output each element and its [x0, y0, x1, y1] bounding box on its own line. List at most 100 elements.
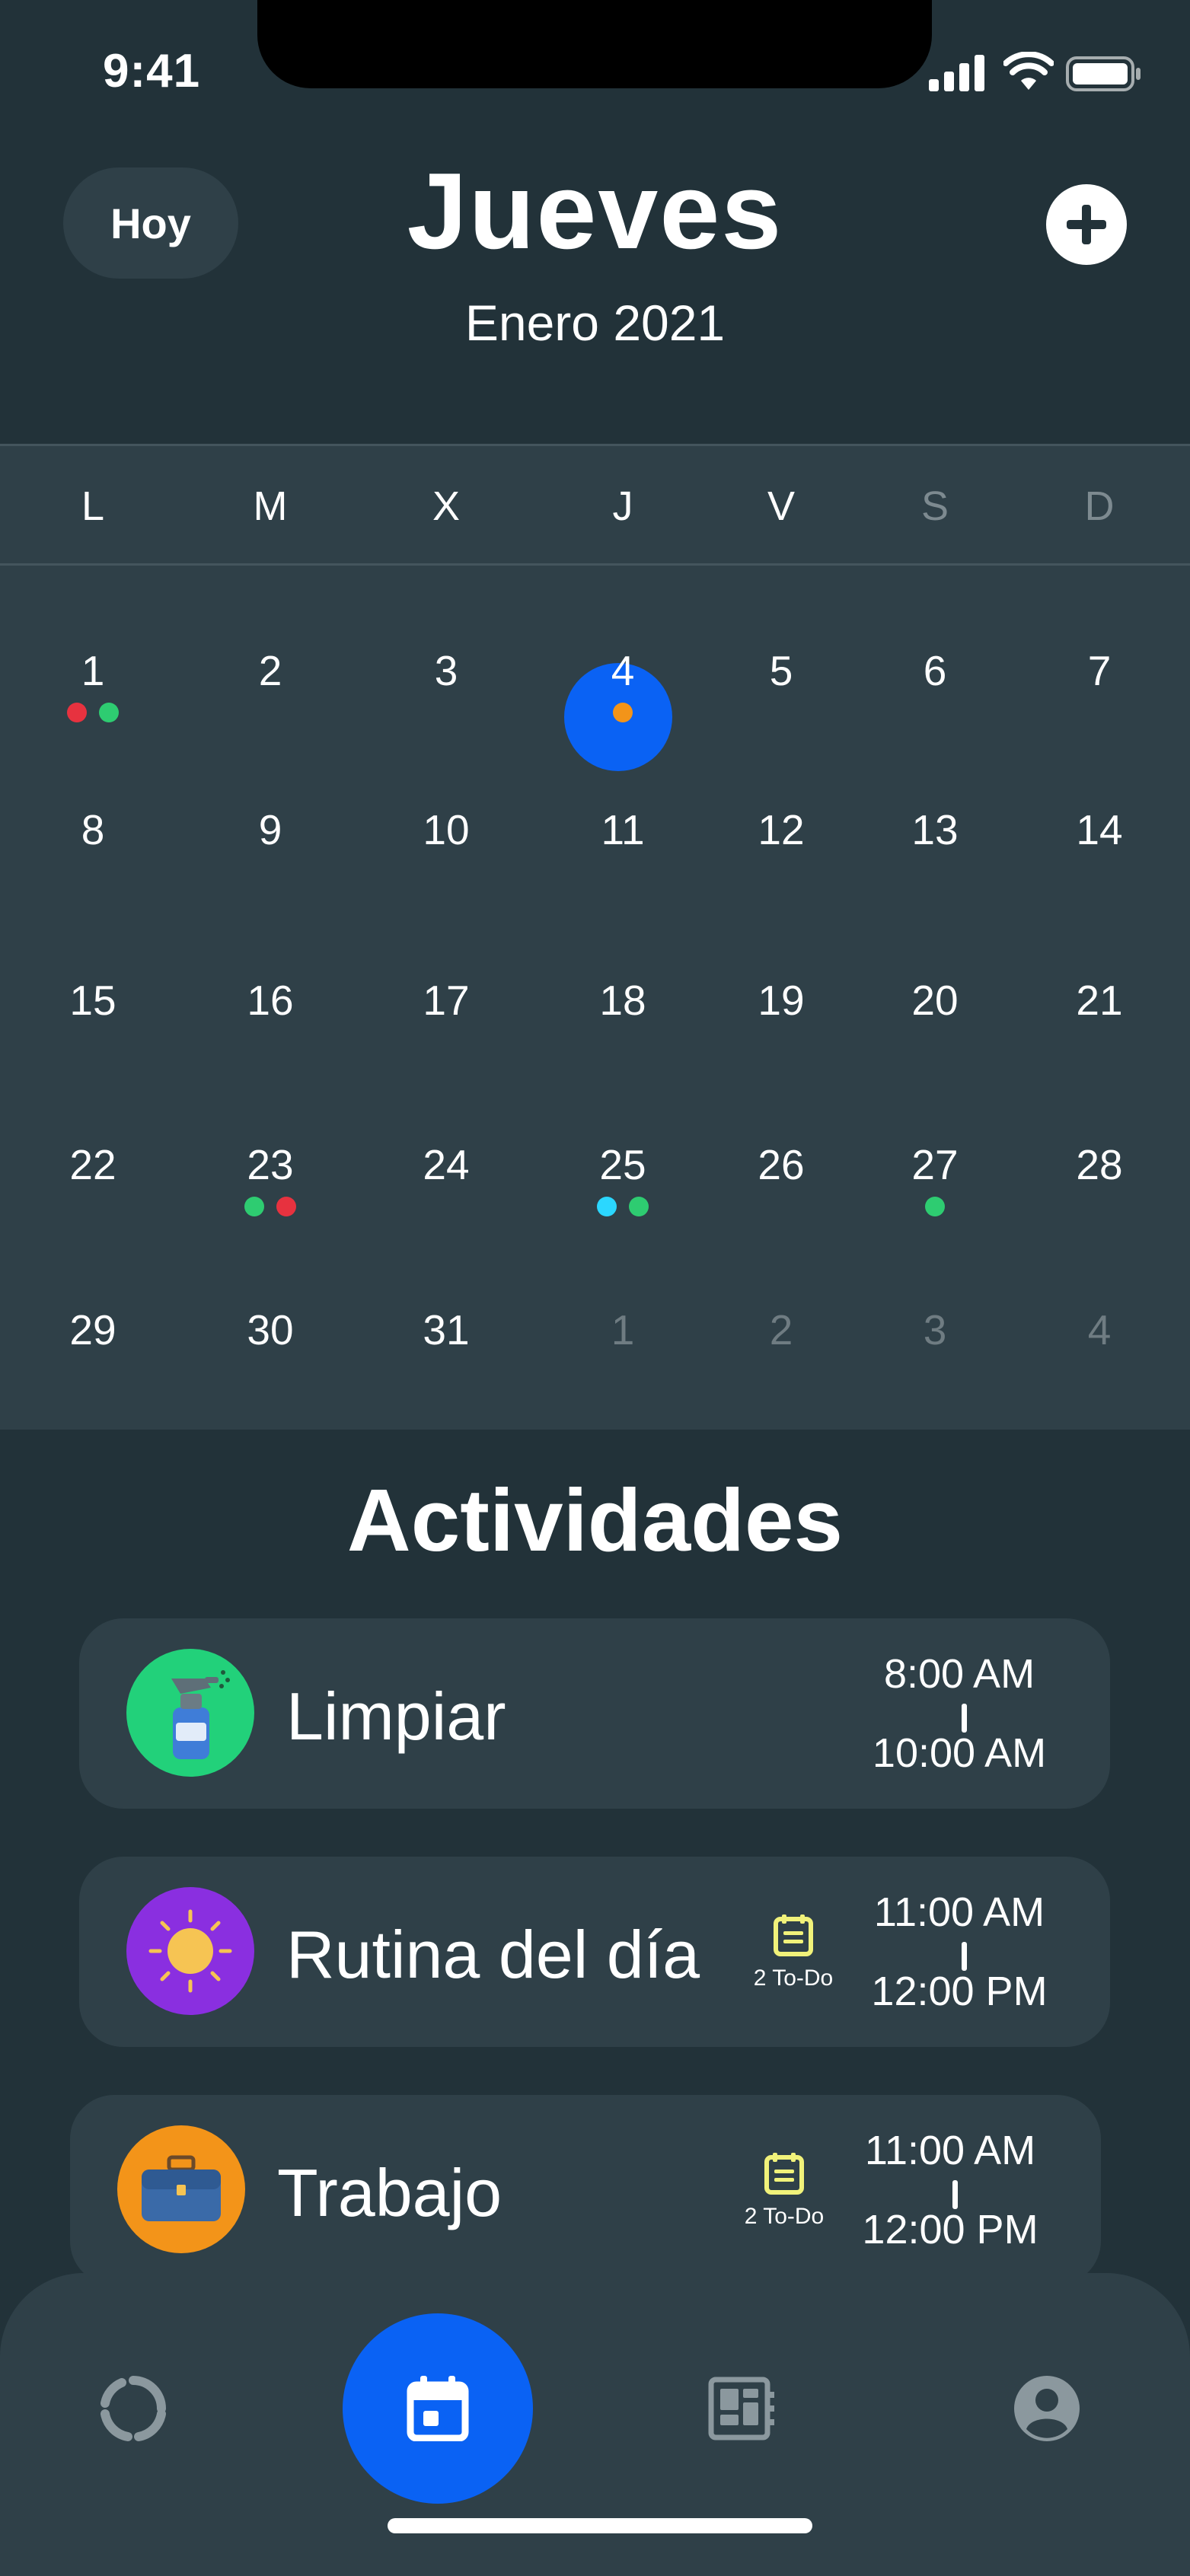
device-notch	[257, 0, 932, 88]
event-dot	[67, 703, 87, 722]
calendar-day[interactable]: 10	[385, 805, 507, 854]
plus-icon	[1067, 205, 1106, 244]
calendar-day[interactable]: 6	[874, 646, 996, 695]
activity-icon-circle	[126, 1649, 254, 1777]
activity-start-time: 11:00 AM	[864, 2128, 1036, 2173]
activities-title: Actividades	[346, 1471, 844, 1570]
tab-calendar[interactable]	[343, 2313, 533, 2504]
calendar-day[interactable]: 26	[720, 1140, 842, 1189]
notepad-icon	[774, 1914, 813, 1956]
event-dot	[99, 703, 119, 722]
activity-end-time: 10:00 AM	[872, 1730, 1047, 1776]
home-indicator	[388, 2518, 812, 2533]
event-dot	[276, 1197, 296, 1216]
calendar-day[interactable]: 14	[1038, 805, 1160, 854]
activity-icon-circle	[117, 2125, 245, 2253]
weekday-header-row: LMXJVSD	[0, 446, 1190, 566]
notepad-icon	[764, 2153, 804, 2195]
activity-start-time: 11:00 AM	[873, 1889, 1045, 1935]
calendar-day[interactable]: 28	[1038, 1140, 1160, 1189]
event-indicator-dots	[562, 703, 684, 722]
calendar-day[interactable]: 15	[32, 976, 154, 1025]
sun-icon	[148, 1909, 232, 1993]
event-dot	[613, 703, 633, 722]
calendar-day[interactable]: 24	[385, 1140, 507, 1189]
calendar-day[interactable]: 1	[562, 1306, 684, 1354]
event-dot	[597, 1197, 617, 1216]
cellular-signal-icon	[929, 55, 984, 91]
todo-count: 2 To-Do	[744, 2204, 825, 2229]
spray-bottle-icon	[171, 1670, 230, 1759]
calendar-month-grid: LMXJVSD	[0, 444, 1190, 1430]
tab-profile[interactable]	[990, 2363, 1104, 2454]
weekday-label: V	[767, 483, 796, 529]
wifi-icon	[1003, 52, 1054, 90]
weekday-label: X	[432, 483, 461, 529]
calendar-day[interactable]: 16	[209, 976, 331, 1025]
activity-card-trabajo[interactable]: Trabajo 2 To-Do 11:00 AM 12:00 PM	[70, 2095, 1101, 2285]
weekday-label: L	[81, 483, 105, 529]
calendar-day[interactable]: 5	[720, 646, 842, 695]
dashboard-icon	[708, 2377, 774, 2441]
weekday-label: D	[1084, 483, 1115, 529]
time-separator	[962, 1704, 967, 1733]
calendar-icon	[407, 2376, 469, 2441]
calendar-day[interactable]: 23	[209, 1140, 331, 1189]
day-title: Jueves	[407, 151, 783, 272]
calendar-day[interactable]: 18	[562, 976, 684, 1025]
calendar-day[interactable]: 8	[32, 805, 154, 854]
calendar-day[interactable]: 7	[1038, 646, 1160, 695]
add-event-button[interactable]	[1046, 184, 1127, 265]
tab-dashboard[interactable]	[685, 2363, 799, 2454]
calendar-day[interactable]: 22	[32, 1140, 154, 1189]
time-separator	[962, 1942, 967, 1971]
progress-ring-icon	[100, 2376, 166, 2441]
tab-progress[interactable]	[76, 2363, 190, 2454]
calendar-day[interactable]: 4	[1038, 1306, 1160, 1354]
month-label[interactable]: Enero 2021	[0, 294, 1190, 352]
calendar-day[interactable]: 12	[720, 805, 842, 854]
activity-card-rutina[interactable]: Rutina del día 2 To-Do 11:00 AM 12:00 PM	[79, 1857, 1110, 2047]
calendar-day[interactable]: 21	[1038, 976, 1160, 1025]
event-indicator-dots	[32, 703, 154, 722]
calendar-day-selected[interactable]: 25	[562, 1140, 684, 1189]
battery-icon	[1066, 56, 1141, 91]
weekday-label: S	[920, 483, 949, 529]
activity-name: Rutina del día	[286, 1917, 700, 1992]
event-dot	[925, 1197, 945, 1216]
calendar-day[interactable]: 29	[32, 1306, 154, 1354]
calendar-day[interactable]: 3	[874, 1306, 996, 1354]
todo-indicator: 2 To-Do	[739, 2153, 830, 2230]
event-dot	[629, 1197, 649, 1216]
weekday-label: J	[612, 483, 633, 529]
profile-icon	[1014, 2376, 1080, 2441]
activity-end-time: 12:00 PM	[862, 2207, 1038, 2252]
calendar-day[interactable]: 2	[720, 1306, 842, 1354]
activity-name: Limpiar	[286, 1679, 506, 1754]
calendar-day[interactable]: 13	[874, 805, 996, 854]
calendar-day[interactable]: 30	[209, 1306, 331, 1354]
calendar-day[interactable]: 27	[874, 1140, 996, 1189]
calendar-day[interactable]: 1	[32, 646, 154, 695]
calendar-day[interactable]: 20	[874, 976, 996, 1025]
weekday-label: M	[253, 483, 288, 529]
briefcase-icon	[142, 2155, 221, 2221]
calendar-day[interactable]: 3	[385, 646, 507, 695]
todo-count: 2 To-Do	[753, 1965, 834, 1991]
calendar-day[interactable]: 2	[209, 646, 331, 695]
calendar-day[interactable]: 19	[720, 976, 842, 1025]
activity-icon-circle	[126, 1887, 254, 2015]
event-indicator-dots	[874, 1197, 996, 1216]
calendar-day[interactable]: 11	[562, 805, 684, 854]
event-indicator-dots	[562, 1197, 684, 1216]
time-separator	[952, 2180, 958, 2209]
activity-name: Trabajo	[277, 2155, 502, 2230]
activity-card-limpiar[interactable]: Limpiar 8:00 AM 10:00 AM	[79, 1618, 1110, 1809]
calendar-day[interactable]: 31	[385, 1306, 507, 1354]
event-indicator-dots	[209, 1197, 331, 1216]
calendar-day[interactable]: 9	[209, 805, 331, 854]
calendar-day[interactable]: 17	[385, 976, 507, 1025]
calendar-day[interactable]: 4	[562, 646, 684, 695]
activity-end-time: 12:00 PM	[871, 1969, 1048, 2014]
status-time: 9:41	[103, 45, 201, 97]
